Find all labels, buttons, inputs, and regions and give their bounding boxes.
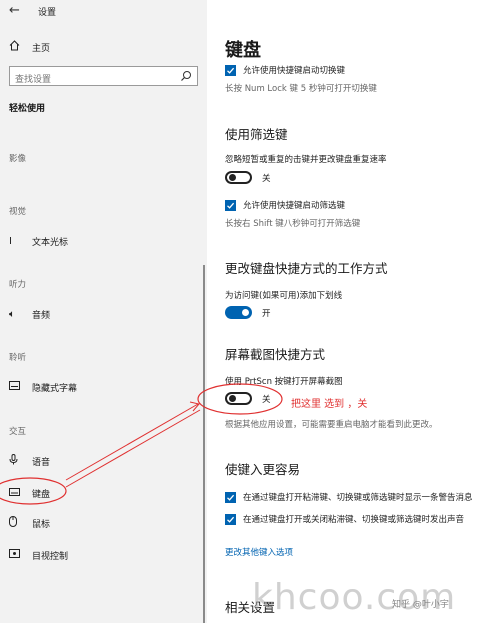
- annotation-arrow-2: [65, 409, 201, 488]
- prtscn-highlight-circle: [197, 383, 283, 415]
- annotation-arrow: [65, 403, 199, 481]
- annotation-overlay: [0, 383, 283, 505]
- watermark-author: 知乎 @叶小宇: [392, 600, 449, 610]
- keyboard-highlight-circle: [0, 477, 67, 505]
- annotation-text: 把这里 选到 ，关: [291, 399, 368, 410]
